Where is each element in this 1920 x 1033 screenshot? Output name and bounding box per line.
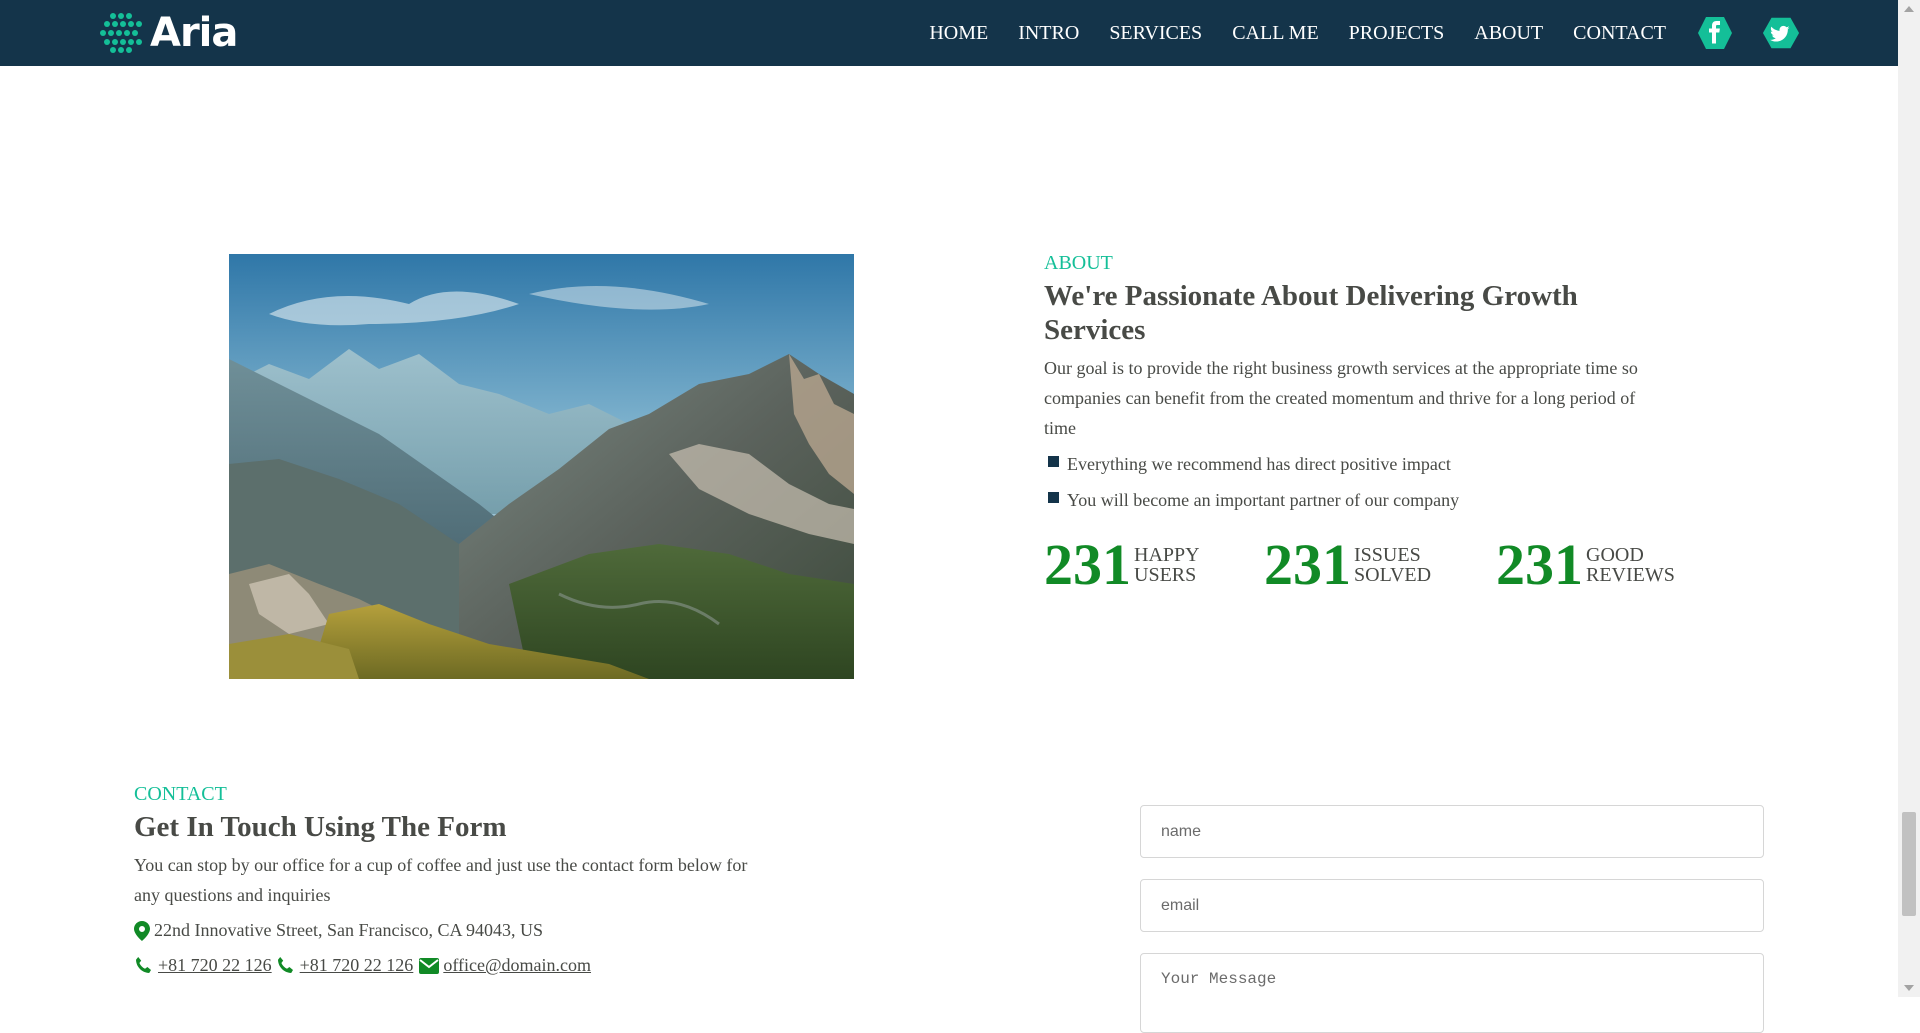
scroll-up-arrow-icon[interactable] bbox=[1904, 6, 1914, 12]
email-link[interactable]: office@domain.com bbox=[443, 955, 591, 976]
nav-call-me[interactable]: CALL ME bbox=[1232, 22, 1318, 45]
counter-label: GOOD REVIEWS bbox=[1586, 545, 1675, 585]
about-bullet-list: Everything we recommend has direct posit… bbox=[1044, 449, 1664, 515]
nav-intro[interactable]: INTRO bbox=[1018, 22, 1079, 45]
counters: 231 HAPPY USERS 231 ISSUES SOLVED 231 GO… bbox=[1044, 533, 1675, 597]
counter-good-reviews: 231 GOOD REVIEWS bbox=[1496, 533, 1675, 597]
phone-icon bbox=[277, 956, 293, 973]
scroll-down-arrow-icon[interactable] bbox=[1904, 985, 1914, 991]
about-bullet-text: You will become an important partner of … bbox=[1067, 490, 1460, 510]
name-field[interactable] bbox=[1140, 805, 1764, 858]
counter-value: 231 bbox=[1264, 532, 1351, 597]
phone-link-2[interactable]: +81 720 22 126 bbox=[300, 955, 414, 976]
square-bullet-icon bbox=[1048, 456, 1059, 467]
counter-value: 231 bbox=[1044, 532, 1131, 597]
contact-heading: Get In Touch Using The Form bbox=[134, 811, 507, 843]
scroll-thumb[interactable] bbox=[1902, 812, 1916, 916]
counter-label-line: ISSUES bbox=[1354, 544, 1421, 566]
about-section: ABOUT We're Passionate About Delivering … bbox=[1044, 252, 1664, 521]
counter-value: 231 bbox=[1496, 532, 1583, 597]
about-heading: We're Passionate About Delivering Growth… bbox=[1044, 280, 1578, 346]
contact-paragraph: You can stop by our office for a cup of … bbox=[134, 855, 748, 905]
facebook-icon[interactable] bbox=[1696, 15, 1734, 51]
navbar: Aria HOME INTRO SERVICES CALL ME PROJECT… bbox=[0, 0, 1898, 66]
twitter-icon[interactable] bbox=[1762, 15, 1800, 51]
counter-label: ISSUES SOLVED bbox=[1354, 545, 1431, 585]
contact-address: 22nd Innovative Street, San Francisco, C… bbox=[154, 920, 543, 940]
brand-name: Aria bbox=[150, 10, 238, 56]
about-bullet-text: Everything we recommend has direct posit… bbox=[1067, 454, 1451, 474]
nav-home[interactable]: HOME bbox=[929, 22, 988, 45]
map-marker-icon bbox=[134, 920, 150, 941]
counter-label-line: USERS bbox=[1134, 564, 1197, 586]
about-paragraph: Our goal is to provide the right busines… bbox=[1044, 358, 1638, 438]
contact-phone-email-line: +81 720 22 126 +81 720 22 126 office@dom… bbox=[134, 955, 754, 976]
counter-label-line: SOLVED bbox=[1354, 564, 1432, 586]
email-field[interactable] bbox=[1140, 879, 1764, 932]
counter-issues-solved: 231 ISSUES SOLVED bbox=[1264, 533, 1496, 597]
nav-projects[interactable]: PROJECTS bbox=[1349, 22, 1445, 45]
nav-links: HOME INTRO SERVICES CALL ME PROJECTS ABO… bbox=[899, 0, 1800, 66]
message-field[interactable] bbox=[1140, 953, 1764, 1033]
square-bullet-icon bbox=[1048, 492, 1059, 503]
envelope-icon bbox=[419, 957, 440, 974]
about-bullet: Everything we recommend has direct posit… bbox=[1044, 449, 1664, 479]
counter-label-line: REVIEWS bbox=[1586, 564, 1675, 586]
counter-happy-users: 231 HAPPY USERS bbox=[1044, 533, 1264, 597]
contact-address-line: 22nd Innovative Street, San Francisco, C… bbox=[134, 920, 754, 941]
counter-label-line: GOOD bbox=[1586, 544, 1644, 566]
phone-icon bbox=[136, 956, 151, 973]
counter-label: HAPPY USERS bbox=[1134, 545, 1200, 585]
about-eyebrow: ABOUT bbox=[1044, 252, 1113, 274]
phone-link-1[interactable]: +81 720 22 126 bbox=[158, 955, 272, 976]
nav-services[interactable]: SERVICES bbox=[1109, 22, 1202, 45]
counter-label-line: HAPPY bbox=[1134, 544, 1200, 566]
page-scrollbar[interactable] bbox=[1898, 0, 1920, 997]
nav-about[interactable]: ABOUT bbox=[1474, 22, 1543, 45]
brand-logo[interactable]: Aria bbox=[98, 10, 238, 56]
contact-section: CONTACT Get In Touch Using The Form You … bbox=[134, 783, 754, 976]
nav-contact[interactable]: CONTACT bbox=[1573, 22, 1666, 45]
dots-logo-icon bbox=[100, 13, 142, 53]
about-mountain-image bbox=[229, 254, 854, 679]
about-bullet: You will become an important partner of … bbox=[1044, 485, 1664, 515]
contact-eyebrow: CONTACT bbox=[134, 783, 227, 805]
